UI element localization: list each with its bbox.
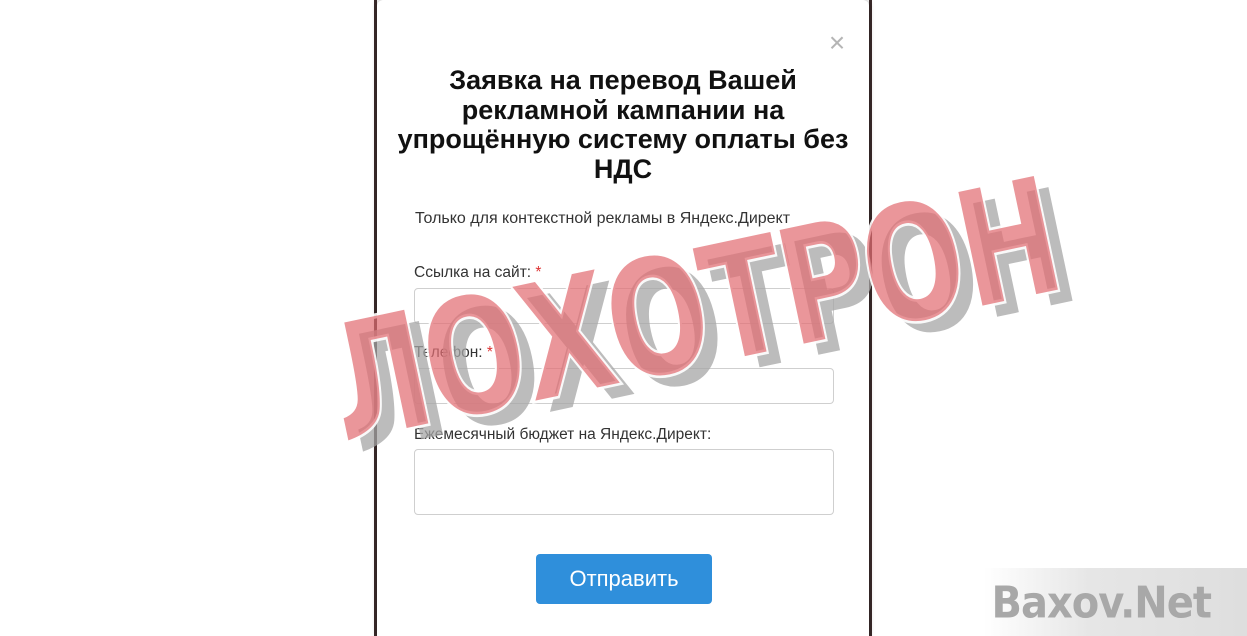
phone-input[interactable] (414, 368, 834, 404)
site-link-label-text: Ссылка на сайт: (414, 264, 532, 281)
close-icon[interactable]: × (825, 29, 849, 57)
submit-button[interactable]: Отправить (536, 554, 712, 604)
required-mark: * (486, 344, 493, 361)
site-link-input[interactable] (414, 288, 834, 324)
phone-label: Телефон: * (414, 344, 493, 362)
backdrop-edge (869, 0, 872, 636)
budget-textarea[interactable] (414, 449, 834, 515)
site-watermark: Baxov.Net (984, 568, 1247, 636)
modal-title: Заявка на перевод Вашей рекламной кампан… (397, 65, 849, 184)
watermark-text: Baxov.Net (991, 577, 1212, 629)
budget-label: Ежемесячный бюджет на Яндекс.Директ: (414, 426, 712, 443)
required-mark: * (535, 264, 542, 281)
site-link-label: Ссылка на сайт: * (414, 264, 541, 282)
request-modal: × Заявка на перевод Вашей рекламной камп… (377, 0, 869, 636)
phone-label-text: Телефон: (414, 344, 483, 361)
modal-subtitle: Только для контекстной рекламы в Яндекс.… (415, 210, 791, 227)
